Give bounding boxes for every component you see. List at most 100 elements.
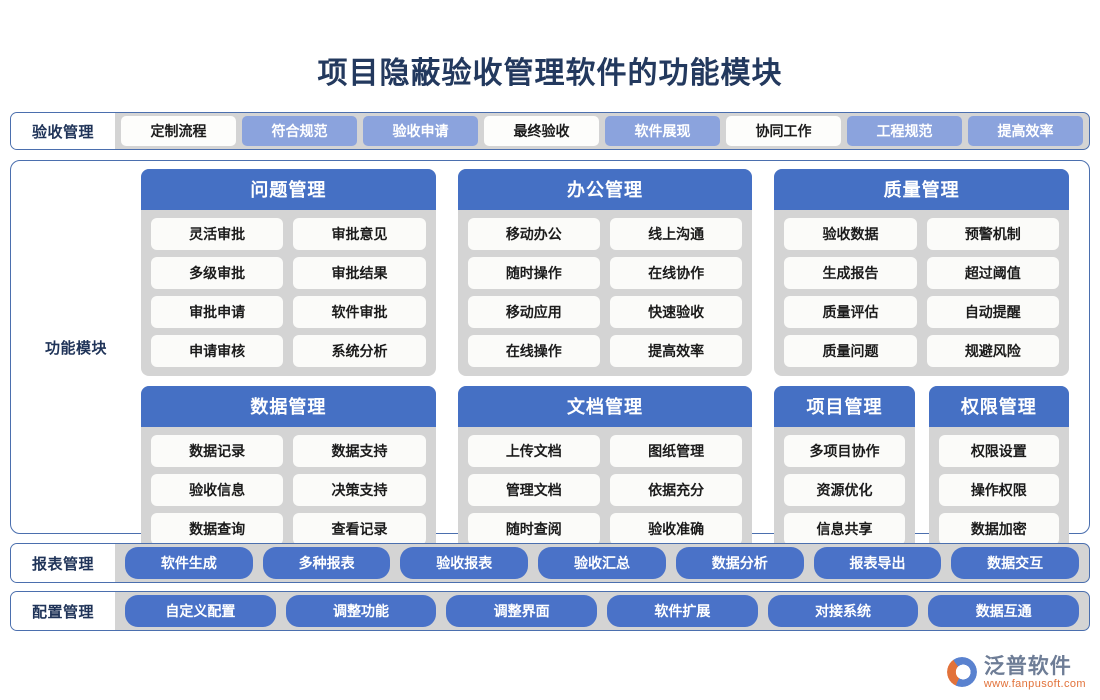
acceptance-band: 验收管理 定制流程 符合规范 验收申请 最终验收 软件展现 协同工作 工程规范 提高效率 <box>10 112 1090 150</box>
acceptance-chip[interactable]: 验收申请 <box>363 116 478 146</box>
module-panel-pair: 项目管理 多项目协作 资源优化 信息共享 权限管理 权限设置 操作权限 数据加密 <box>774 386 1069 554</box>
module-item[interactable]: 数据记录 <box>151 435 284 467</box>
module-item[interactable]: 信息共享 <box>784 513 905 545</box>
module-item[interactable]: 上传文档 <box>467 435 600 467</box>
acceptance-chip[interactable]: 符合规范 <box>242 116 357 146</box>
module-item[interactable]: 操作权限 <box>938 474 1059 506</box>
report-chip[interactable]: 软件生成 <box>125 547 253 579</box>
config-chip[interactable]: 软件扩展 <box>607 595 758 627</box>
module-panel-title: 质量管理 <box>774 169 1069 210</box>
module-item[interactable]: 移动办公 <box>467 218 600 250</box>
module-panel: 办公管理 移动办公 线上沟通 随时操作 在线协作 移动应用 快速验收 在线操作 提高效率 <box>457 169 753 376</box>
module-item[interactable]: 数据支持 <box>293 435 426 467</box>
acceptance-chip[interactable]: 工程规范 <box>847 116 962 146</box>
module-panel: 项目管理多项目协作资源优化信息共享 <box>774 386 915 554</box>
module-item[interactable]: 生成报告 <box>784 257 917 289</box>
report-chip[interactable]: 验收汇总 <box>538 547 666 579</box>
acceptance-chip[interactable]: 最终验收 <box>484 116 599 146</box>
config-band: 配置管理 自定义配置 调整功能 调整界面 软件扩展 对接系统 数据互通 <box>10 591 1090 631</box>
module-item[interactable]: 审批申请 <box>151 296 284 328</box>
module-panel-title: 文档管理 <box>457 386 753 427</box>
module-item[interactable]: 依据充分 <box>609 474 743 506</box>
module-item[interactable]: 数据加密 <box>938 513 1059 545</box>
module-panel: 质量管理验收数据 预警机制 生成报告 超过阈值 质量评估 自动提醒 质量问题 规避风险 <box>774 169 1069 376</box>
module-panel-items: 权限设置操作权限数据加密 <box>929 427 1069 547</box>
module-item[interactable]: 质量问题 <box>784 335 917 367</box>
module-panel: 数据管理 数据记录 数据支持 验收信息 决策支持 数据查询 查看记录 <box>141 386 436 554</box>
report-chip[interactable]: 验收报表 <box>400 547 529 579</box>
module-panel-items: 多项目协作资源优化信息共享 <box>774 427 914 547</box>
page-title: 项目隐蔽验收管理软件的功能模块 <box>317 57 783 90</box>
module-panel: 文档管理 上传文档 图纸管理 管理文档 依据充分 随时查阅 验收准确 <box>457 386 753 554</box>
footer-logo-url: www.fanpusoft.com <box>983 677 1086 690</box>
module-item[interactable]: 数据查询 <box>151 513 284 545</box>
report-band-chips: 软件生成 多种报表 验收报表 验收汇总 数据分析 报表导出 数据交互 <box>115 544 1089 582</box>
config-chip[interactable]: 调整功能 <box>285 595 437 627</box>
module-item[interactable]: 审批意见 <box>293 218 426 250</box>
module-item[interactable]: 在线协作 <box>609 257 743 289</box>
module-item[interactable]: 预警机制 <box>926 218 1059 250</box>
module-item[interactable]: 多级审批 <box>151 257 284 289</box>
module-panel-title: 项目管理 <box>774 386 915 427</box>
config-chip[interactable]: 数据互通 <box>928 595 1080 627</box>
modules-section: 功能模块 问题管理 灵活审批 审批意见 多级审批 审批结果 审批申请 软件审批 申请审核 系统分… <box>10 160 1090 554</box>
footer-logo: 泛普软件 www.fanpusoft.com <box>946 654 1086 690</box>
module-item[interactable]: 审批结果 <box>293 257 426 289</box>
module-item[interactable]: 多项目协作 <box>784 435 905 467</box>
report-band-label: 报表管理 <box>11 544 115 582</box>
module-item[interactable]: 决策支持 <box>293 474 426 506</box>
module-item[interactable]: 管理文档 <box>467 474 600 506</box>
module-panel-title: 数据管理 <box>141 386 436 427</box>
module-item[interactable]: 验收准确 <box>609 513 743 545</box>
acceptance-chip[interactable]: 协同工作 <box>726 116 841 146</box>
module-panel-items: 移动办公 线上沟通 随时操作 在线协作 移动应用 快速验收 在线操作 提高效率 <box>458 210 753 369</box>
module-item[interactable]: 自动提醒 <box>926 296 1059 328</box>
module-item[interactable]: 提高效率 <box>609 335 743 367</box>
config-chip[interactable]: 调整界面 <box>446 595 598 627</box>
module-item[interactable]: 移动应用 <box>467 296 600 328</box>
module-item[interactable]: 验收信息 <box>151 474 284 506</box>
modules-section-label: 功能模块 <box>44 339 107 357</box>
module-item[interactable]: 超过阈值 <box>926 257 1059 289</box>
module-item[interactable]: 线上沟通 <box>609 218 743 250</box>
footer-logo-name: 泛普软件 <box>983 654 1072 678</box>
acceptance-chip[interactable]: 提高效率 <box>968 116 1083 146</box>
report-chip[interactable]: 多种报表 <box>262 547 391 579</box>
module-panel-title: 权限管理 <box>928 386 1069 427</box>
module-item[interactable]: 质量评估 <box>784 296 917 328</box>
module-item[interactable]: 随时查阅 <box>467 513 600 545</box>
page-root: 泛普软件 FANPU SOFTWARE 项目隐蔽验收管理软件的功能模块 验收管理… <box>0 0 1100 700</box>
module-item[interactable]: 灵活审批 <box>151 218 284 250</box>
module-panel-title: 办公管理 <box>457 169 753 210</box>
module-item[interactable]: 随时操作 <box>467 257 600 289</box>
module-panel-items: 上传文档 图纸管理 管理文档 依据充分 随时查阅 验收准确 <box>458 427 753 547</box>
modules-grid: 问题管理 灵活审批 审批意见 多级审批 审批结果 审批申请 软件审批 申请审核 系统分析 办公管理… <box>141 169 1081 554</box>
module-item[interactable]: 权限设置 <box>938 435 1059 467</box>
module-item[interactable]: 系统分析 <box>293 335 426 367</box>
module-item[interactable]: 图纸管理 <box>609 435 743 467</box>
module-item[interactable]: 规避风险 <box>926 335 1059 367</box>
report-chip[interactable]: 数据交互 <box>951 547 1080 579</box>
config-chip[interactable]: 自定义配置 <box>125 595 276 627</box>
module-item[interactable]: 申请审核 <box>151 335 284 367</box>
acceptance-band-chips: 定制流程 符合规范 验收申请 最终验收 软件展现 协同工作 工程规范 提高效率 <box>115 113 1089 149</box>
module-item[interactable]: 在线操作 <box>467 335 600 367</box>
report-chip[interactable]: 数据分析 <box>675 547 804 579</box>
module-panel-title: 问题管理 <box>141 169 436 210</box>
module-item[interactable]: 资源优化 <box>784 474 905 506</box>
acceptance-chip[interactable]: 定制流程 <box>121 116 236 146</box>
module-panel-items: 灵活审批 审批意见 多级审批 审批结果 审批申请 软件审批 申请审核 系统分析 <box>141 210 436 369</box>
module-item[interactable]: 软件审批 <box>293 296 426 328</box>
module-item[interactable]: 快速验收 <box>609 296 743 328</box>
module-item[interactable]: 验收数据 <box>784 218 917 250</box>
acceptance-band-label: 验收管理 <box>11 113 115 149</box>
report-band: 报表管理 软件生成 多种报表 验收报表 验收汇总 数据分析 报表导出 数据交互 <box>10 543 1090 583</box>
module-panel: 问题管理 灵活审批 审批意见 多级审批 审批结果 审批申请 软件审批 申请审核 系统分析 <box>141 169 436 376</box>
report-chip[interactable]: 报表导出 <box>813 547 942 579</box>
module-item[interactable]: 查看记录 <box>293 513 426 545</box>
config-chip[interactable]: 对接系统 <box>767 595 919 627</box>
config-band-chips: 自定义配置 调整功能 调整界面 软件扩展 对接系统 数据互通 <box>115 592 1089 630</box>
acceptance-chip[interactable]: 软件展现 <box>605 116 720 146</box>
module-panel: 权限管理权限设置操作权限数据加密 <box>928 386 1069 554</box>
module-panel-items: 数据记录 数据支持 验收信息 决策支持 数据查询 查看记录 <box>141 427 436 547</box>
